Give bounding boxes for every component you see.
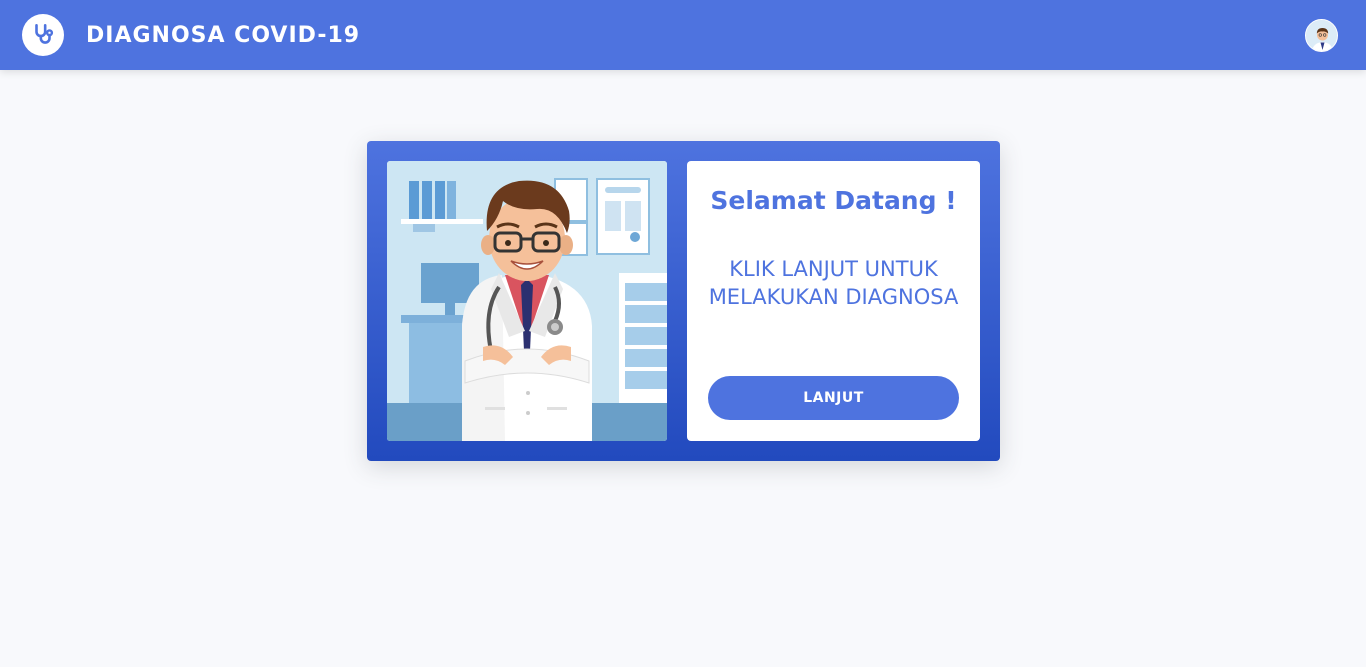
doctor-avatar-icon [1306, 20, 1337, 51]
user-avatar[interactable] [1305, 19, 1338, 52]
stethoscope-icon [35, 23, 54, 44]
brand-title[interactable]: DIAGNOSA COVID-19 [86, 21, 360, 51]
logo[interactable] [22, 14, 64, 56]
welcome-instruction: KLIK LANJUT UNTUK MELAKUKAN DIAGNOSA [708, 257, 959, 309]
doctor-illustration [387, 161, 667, 441]
top-navbar: DIAGNOSA COVID-19 [0, 0, 1366, 70]
continue-button[interactable]: LANJUT [708, 376, 959, 420]
welcome-card: Selamat Datang ! KLIK LANJUT UNTUK MELAK… [367, 141, 1000, 461]
welcome-title: Selamat Datang ! [710, 186, 957, 215]
welcome-panel: Selamat Datang ! KLIK LANJUT UNTUK MELAK… [687, 161, 980, 441]
